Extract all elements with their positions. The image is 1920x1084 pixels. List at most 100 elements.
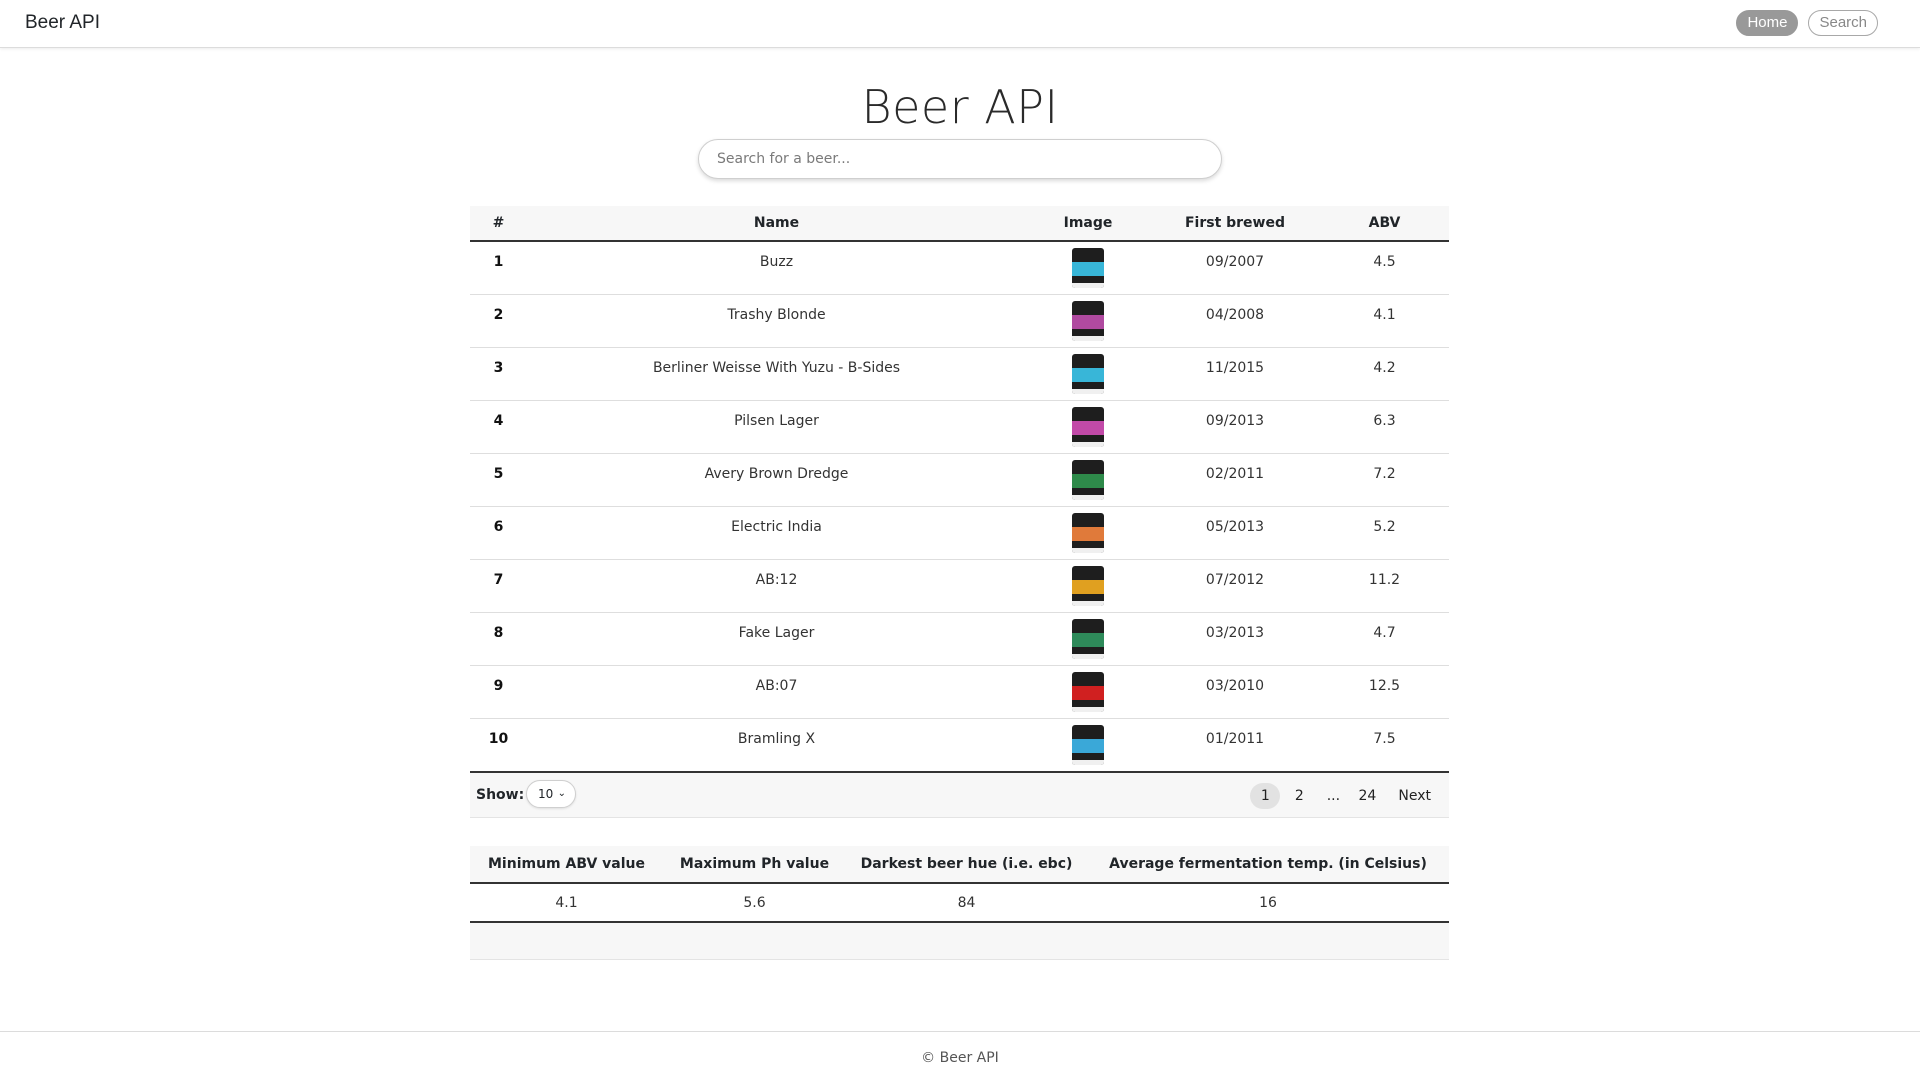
table-row[interactable]: 4 Pilsen Lager 09/2013 6.3 <box>470 400 1449 454</box>
stats-value-row: 4.1 5.6 84 16 <box>470 883 1449 923</box>
beer-first-brewed: 07/2012 <box>1150 559 1320 613</box>
chevron-down-icon: ⌄ <box>557 788 566 799</box>
beer-image-cell <box>1026 612 1150 666</box>
beer-can-shape <box>1072 407 1104 447</box>
beer-can-base <box>1072 707 1104 712</box>
stats-table: Minimum ABV value Maximum Ph value Darke… <box>470 846 1449 923</box>
page-button-24[interactable]: 24 <box>1352 783 1382 809</box>
beer-can-shape <box>1072 460 1104 500</box>
table-row[interactable]: 6 Electric India 05/2013 5.2 <box>470 506 1449 560</box>
beer-image[interactable] <box>1068 619 1108 661</box>
show-label: Show: <box>476 787 525 803</box>
beer-image-cell <box>1026 718 1150 773</box>
table-row[interactable]: 2 Trashy Blonde 04/2008 4.1 <box>470 294 1449 348</box>
table-row[interactable]: 3 Berliner Weisse With Yuzu - B-Sides 11/2… <box>470 347 1449 401</box>
stats-table-footer <box>470 923 1449 960</box>
beer-can-base <box>1072 760 1104 765</box>
beer-number: 7 <box>470 559 527 613</box>
beer-label-band <box>1072 474 1104 488</box>
beer-name[interactable]: AB:12 <box>527 559 1026 613</box>
beer-name[interactable]: Fake Lager <box>527 612 1026 666</box>
beer-name[interactable]: Bramling X <box>527 718 1026 773</box>
page-footer: © Beer API <box>0 1031 1920 1081</box>
stats-value-avg-fermentation: 16 <box>1087 883 1449 923</box>
beer-can-shape <box>1072 566 1104 606</box>
beer-name[interactable]: Berliner Weisse With Yuzu - B-Sides <box>527 347 1026 401</box>
column-header-name[interactable]: Name <box>527 206 1026 242</box>
beer-image[interactable] <box>1068 354 1108 396</box>
beer-name[interactable]: Electric India <box>527 506 1026 560</box>
beer-abv: 11.2 <box>1320 559 1449 613</box>
beer-image[interactable] <box>1068 725 1108 767</box>
beer-can-base <box>1072 654 1104 659</box>
beer-label-band <box>1072 315 1104 329</box>
column-header-number[interactable]: # <box>470 206 527 242</box>
beer-can-shape <box>1072 354 1104 394</box>
page-button-1[interactable]: 1 <box>1250 783 1281 809</box>
nav-home-button[interactable]: Home <box>1736 10 1799 36</box>
beer-image[interactable] <box>1068 460 1108 502</box>
beer-image[interactable] <box>1068 301 1108 343</box>
beer-abv: 7.5 <box>1320 718 1449 773</box>
beer-image[interactable] <box>1068 407 1108 449</box>
beer-first-brewed: 09/2007 <box>1150 241 1320 295</box>
beer-number: 5 <box>470 453 527 507</box>
beer-image-cell <box>1026 241 1150 295</box>
beer-table: # Name Image First brewed ABV 1 Buzz 09/20… <box>470 206 1449 773</box>
beer-number: 10 <box>470 718 527 773</box>
pagination: 1 2 ... 24 Next <box>1250 783 1435 809</box>
beer-number: 2 <box>470 294 527 348</box>
beer-first-brewed: 11/2015 <box>1150 347 1320 401</box>
beer-image[interactable] <box>1068 566 1108 608</box>
beer-number: 4 <box>470 400 527 454</box>
beer-image[interactable] <box>1068 672 1108 714</box>
beer-label-band <box>1072 527 1104 541</box>
beer-first-brewed: 05/2013 <box>1150 506 1320 560</box>
beer-can-shape <box>1072 672 1104 712</box>
next-page-button[interactable]: Next <box>1386 783 1435 809</box>
beer-can-base <box>1072 495 1104 500</box>
beer-can-shape <box>1072 248 1104 288</box>
stats-header-row: Minimum ABV value Maximum Ph value Darke… <box>470 846 1449 884</box>
stats-value-min-abv: 4.1 <box>470 883 663 923</box>
page-size-value: 10 <box>538 787 554 801</box>
beer-name[interactable]: Buzz <box>527 241 1026 295</box>
beer-number: 3 <box>470 347 527 401</box>
beer-label-band <box>1072 262 1104 276</box>
beer-name[interactable]: Pilsen Lager <box>527 400 1026 454</box>
beer-image-cell <box>1026 559 1150 613</box>
beer-image[interactable] <box>1068 513 1108 555</box>
table-row[interactable]: 10 Bramling X 01/2011 7.5 <box>470 718 1449 773</box>
beer-can-shape <box>1072 725 1104 765</box>
table-row[interactable]: 9 AB:07 03/2010 12.5 <box>470 665 1449 719</box>
beer-label-band <box>1072 686 1104 700</box>
beer-name[interactable]: AB:07 <box>527 665 1026 719</box>
brand-link[interactable]: Beer API <box>25 12 100 34</box>
beer-first-brewed: 09/2013 <box>1150 400 1320 454</box>
table-row[interactable]: 5 Avery Brown Dredge 02/2011 7.2 <box>470 453 1449 507</box>
column-header-abv[interactable]: ABV <box>1320 206 1449 242</box>
beer-abv: 12.5 <box>1320 665 1449 719</box>
stats-header-avg-fermentation: Average fermentation temp. (in Celsius) <box>1087 846 1449 884</box>
nav-search-button[interactable]: Search <box>1808 10 1878 36</box>
column-header-image[interactable]: Image <box>1026 206 1150 242</box>
page-size-select[interactable]: 10 ⌄ <box>526 780 576 808</box>
table-row[interactable]: 8 Fake Lager 03/2013 4.7 <box>470 612 1449 666</box>
beer-can-base <box>1072 283 1104 288</box>
table-row[interactable]: 7 AB:12 07/2012 11.2 <box>470 559 1449 613</box>
beer-abv: 4.1 <box>1320 294 1449 348</box>
beer-image[interactable] <box>1068 248 1108 290</box>
beer-image-cell <box>1026 453 1150 507</box>
beer-abv: 6.3 <box>1320 400 1449 454</box>
page-button-2[interactable]: 2 <box>1284 783 1314 809</box>
beer-name[interactable]: Avery Brown Dredge <box>527 453 1026 507</box>
column-header-first-brewed[interactable]: First brewed <box>1150 206 1320 242</box>
stats-header-max-ph: Maximum Ph value <box>663 846 846 884</box>
beer-table-body: 1 Buzz 09/2007 4.5 2 Trashy Blonde 04/2008 4.1 3… <box>470 241 1449 773</box>
beer-name[interactable]: Trashy Blonde <box>527 294 1026 348</box>
beer-image-cell <box>1026 506 1150 560</box>
table-row[interactable]: 1 Buzz 09/2007 4.5 <box>470 241 1449 295</box>
beer-number: 1 <box>470 241 527 295</box>
search-input[interactable] <box>698 139 1222 179</box>
page-ellipsis: ... <box>1326 788 1341 804</box>
